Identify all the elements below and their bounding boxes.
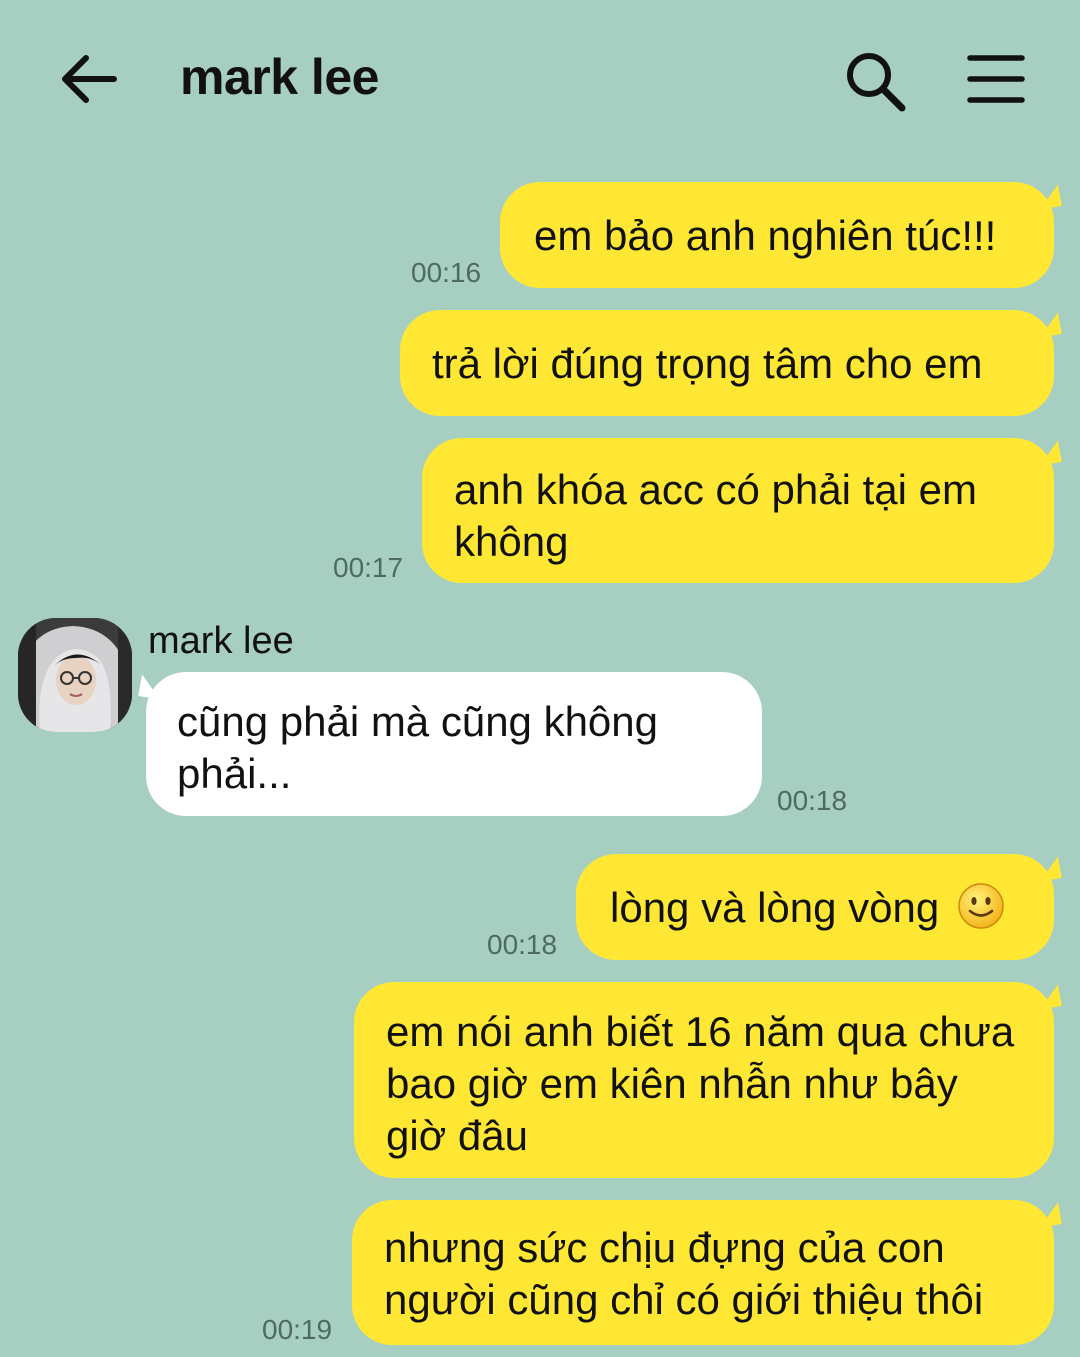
- hamburger-menu-icon: [967, 55, 1025, 103]
- message-timestamp: 00:17: [333, 552, 404, 583]
- message-text: trả lời đúng trọng tâm cho em: [432, 340, 983, 387]
- message-text: em bảo anh nghiên túc!!!: [534, 212, 997, 259]
- message-text: nhưng sức chịu đựng của con người cũng c…: [384, 1224, 984, 1323]
- outgoing-message[interactable]: em bảo anh nghiên túc!!!: [500, 182, 1054, 288]
- message-text: cũng phải mà cũng không phải...: [177, 698, 659, 797]
- outgoing-message[interactable]: trả lời đúng trọng tâm cho em: [400, 310, 1054, 416]
- outgoing-message[interactable]: anh khóa acc có phải tại em không: [422, 438, 1054, 583]
- message-text: em nói anh biết 16 năm qua chưa bao giờ …: [386, 1008, 1015, 1159]
- smiling-face-emoji: [958, 883, 1004, 929]
- message-timestamp: 00:18: [487, 929, 558, 960]
- incoming-message[interactable]: cũng phải mà cũng không phải...: [146, 672, 762, 816]
- outgoing-message[interactable]: em nói anh biết 16 năm qua chưa bao giờ …: [354, 982, 1054, 1178]
- outgoing-message[interactable]: nhưng sức chịu đựng của con người cũng c…: [352, 1200, 1054, 1345]
- sender-name: mark lee: [148, 620, 294, 662]
- message-timestamp: 00:16: [411, 257, 482, 288]
- chat-header: mark lee: [0, 0, 1080, 150]
- profile-photo: [18, 618, 132, 732]
- arrow-left-icon: [62, 55, 117, 103]
- menu-button[interactable]: [964, 52, 1028, 106]
- back-button[interactable]: [56, 50, 120, 108]
- outgoing-message[interactable]: lòng và lòng vòng: [576, 854, 1054, 960]
- message-timestamp: 00:18: [777, 785, 848, 816]
- message-text: anh khóa acc có phải tại em không: [454, 466, 977, 565]
- chat-title: mark lee: [180, 49, 379, 105]
- search-button[interactable]: [842, 48, 908, 114]
- search-icon: [847, 53, 906, 112]
- message-text: lòng và lòng vòng: [610, 884, 940, 931]
- message-timestamp: 00:19: [262, 1314, 333, 1345]
- avatar[interactable]: [18, 618, 132, 732]
